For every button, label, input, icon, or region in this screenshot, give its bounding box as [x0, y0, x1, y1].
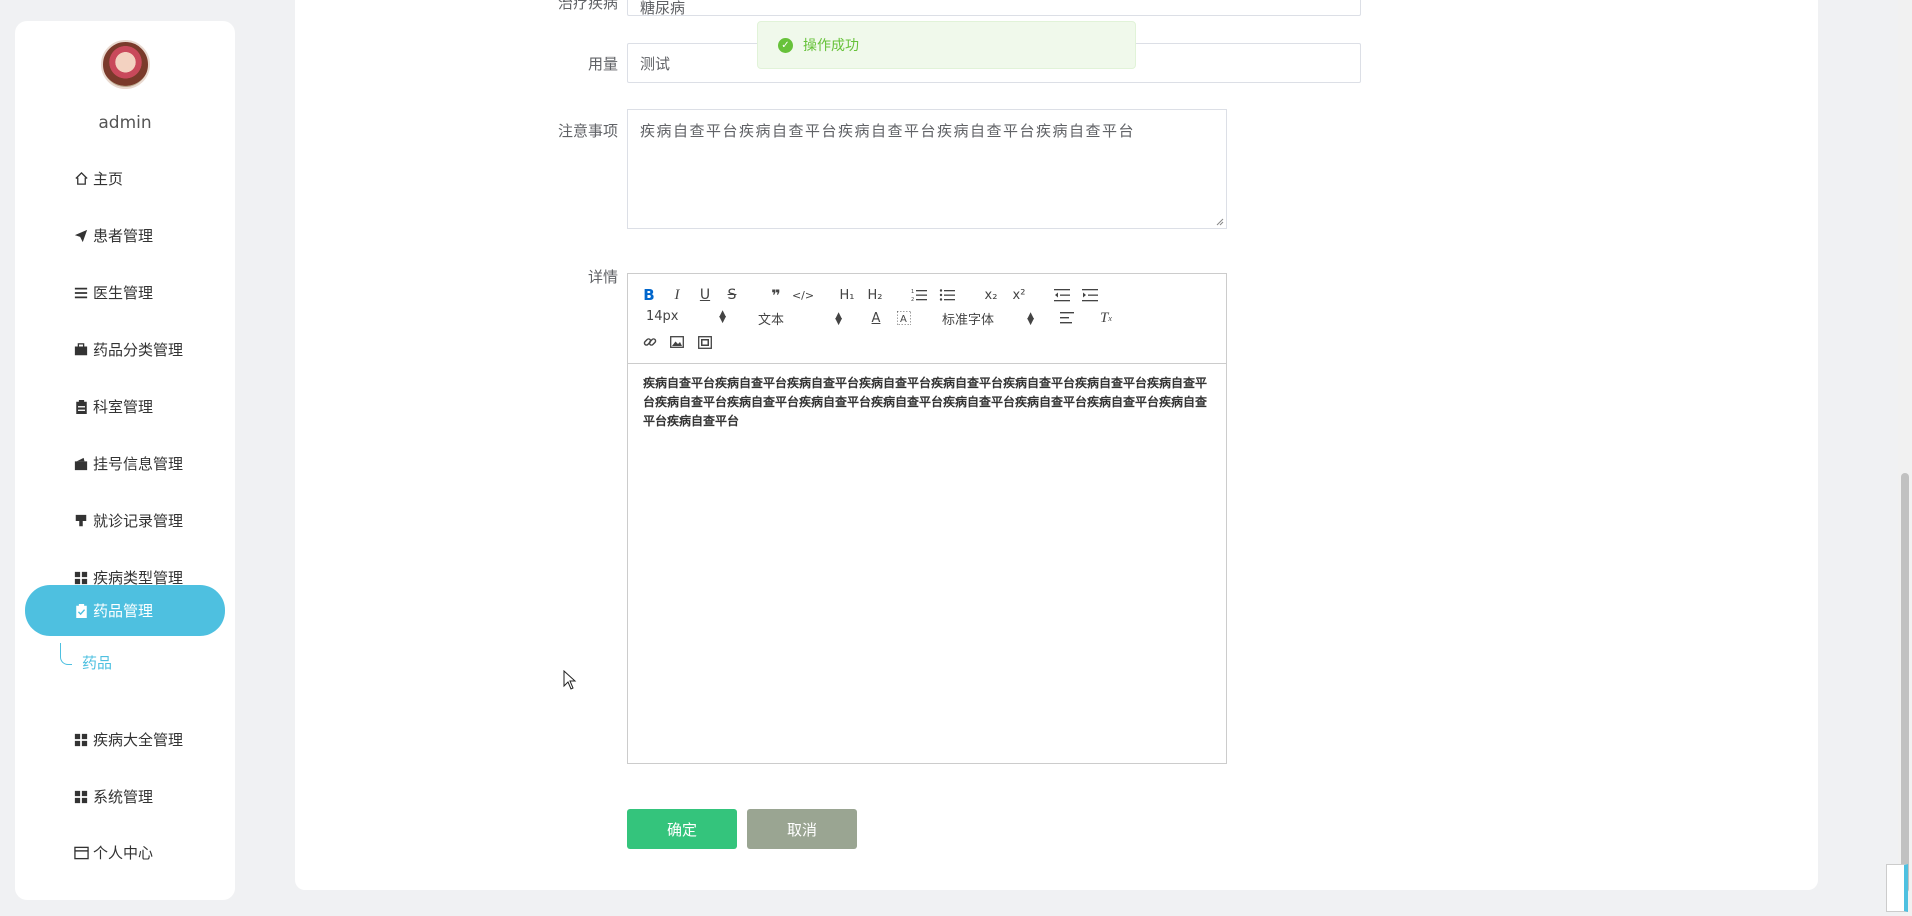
sidebar-subitem-drug[interactable]: 药品 [82, 652, 112, 673]
editor-content[interactable]: 疾病自查平台疾病自查平台疾病自查平台疾病自查平台疾病自查平台疾病自查平台疾病自查… [628, 364, 1226, 431]
sidebar: admin 主页 患者管理 医生管理 药品分类管理 科室管理 挂号信息管理 就诊… [15, 21, 235, 900]
font-size-select[interactable]: 14px ▲ ▼ [646, 309, 726, 324]
sidebar-item-patients[interactable]: 患者管理 [25, 210, 225, 261]
sidebar-item-label: 就诊记录管理 [93, 512, 184, 530]
header-1-icon[interactable]: H₁ [836, 285, 858, 305]
align-icon[interactable] [1056, 308, 1078, 328]
bold-icon[interactable]: B [638, 285, 660, 305]
grid-icon [73, 570, 89, 586]
cancel-button[interactable]: 取消 [747, 809, 857, 849]
sidebar-item-profile[interactable]: 个人中心 [25, 827, 225, 878]
svg-text:2: 2 [911, 297, 914, 302]
link-icon[interactable] [639, 332, 661, 352]
sidebar-item-label: 系统管理 [93, 788, 154, 806]
video-icon[interactable] [694, 332, 716, 352]
confirm-button[interactable]: 确定 [627, 809, 737, 849]
home-icon [73, 171, 89, 187]
svg-text:1: 1 [911, 289, 914, 295]
font-family-select[interactable]: 标准字体 ▲ ▼ [942, 309, 1034, 328]
font-color-icon[interactable]: A [865, 308, 887, 328]
mouse-cursor-icon [563, 670, 577, 690]
header-select[interactable]: 文本 ▲ ▼ [758, 309, 842, 328]
notes-label: 注意事项 [557, 122, 618, 140]
strike-icon[interactable]: S [721, 285, 743, 305]
header-2-icon[interactable]: H₂ [864, 285, 886, 305]
select-arrows-icon: ▲ ▼ [1027, 310, 1034, 327]
toast-message: 操作成功 [803, 38, 859, 54]
sidebar-item-label: 挂号信息管理 [93, 455, 184, 473]
sidebar-item-label: 药品分类管理 [93, 341, 184, 359]
svg-text:A: A [900, 314, 907, 325]
sidebar-item-label: 疾病大全管理 [93, 731, 184, 749]
grid-icon [73, 732, 89, 748]
avatar[interactable] [101, 40, 150, 89]
success-check-icon: ✓ [778, 37, 793, 53]
sidebar-item-system[interactable]: 系统管理 [25, 771, 225, 822]
sidebar-item-doctors[interactable]: 医生管理 [25, 267, 225, 318]
sidebar-item-drug-category[interactable]: 药品分类管理 [25, 324, 225, 375]
card-icon [73, 845, 89, 861]
superscript-icon[interactable]: x² [1008, 285, 1030, 305]
scrollbar-thumb[interactable] [1901, 473, 1909, 893]
list-icon [73, 285, 89, 301]
sidebar-item-label: 科室管理 [93, 398, 154, 416]
ordered-list-icon[interactable]: 12 [908, 285, 930, 305]
clipboard-check-icon [73, 603, 89, 619]
sidebar-item-label: 主页 [93, 170, 124, 188]
indent-icon[interactable] [1079, 285, 1101, 305]
briefcase-icon [73, 342, 89, 358]
select-arrows-icon: ▲ ▼ [719, 308, 726, 325]
corner-widget[interactable] [1886, 864, 1908, 912]
stamp-icon [73, 513, 89, 529]
resize-handle-icon[interactable] [1216, 218, 1224, 226]
italic-icon[interactable]: I [666, 285, 688, 305]
wallet-icon [73, 456, 89, 472]
outdent-icon[interactable] [1051, 285, 1073, 305]
sidebar-item-registration[interactable]: 挂号信息管理 [25, 438, 225, 489]
code-block-icon[interactable]: </> [792, 285, 814, 305]
clear-format-icon[interactable]: Tx [1095, 308, 1117, 328]
sidebar-item-home[interactable]: 主页 [25, 153, 225, 204]
sidebar-item-drugs[interactable]: 药品管理 [25, 585, 225, 636]
username: admin [98, 113, 152, 133]
image-icon[interactable] [666, 332, 688, 352]
sidebar-item-label: 药品管理 [93, 602, 154, 620]
blockquote-icon[interactable]: ❞ [765, 285, 787, 305]
grid-icon [73, 789, 89, 805]
sidebar-item-label: 患者管理 [93, 227, 154, 245]
sidebar-item-departments[interactable]: 科室管理 [25, 381, 225, 432]
sidebar-item-disease-encyclopedia[interactable]: 疾病大全管理 [25, 714, 225, 765]
sidebar-item-visit-records[interactable]: 就诊记录管理 [25, 495, 225, 546]
sidebar-item-label: 医生管理 [93, 284, 154, 302]
sidebar-item-label: 个人中心 [93, 844, 154, 862]
rich-text-editor: B I U S ❞ </> H₁ H₂ 12 x₂ x² 14px ▲ ▼ 文本 … [627, 273, 1227, 764]
detail-label: 详情 [587, 268, 618, 286]
success-toast: ✓ 操作成功 [757, 21, 1136, 69]
subscript-icon[interactable]: x₂ [980, 285, 1002, 305]
bullet-list-icon[interactable] [936, 285, 958, 305]
treat-disease-input[interactable]: 糖尿病 [627, 0, 1361, 17]
editor-toolbar: B I U S ❞ </> H₁ H₂ 12 x₂ x² 14px ▲ ▼ 文本 … [628, 274, 1226, 364]
treat-disease-label: 治疗疾病 [557, 0, 618, 12]
dosage-label: 用量 [587, 55, 618, 73]
clipboard-icon [73, 399, 89, 415]
select-arrows-icon: ▲ ▼ [835, 310, 842, 327]
underline-icon[interactable]: U [694, 285, 716, 305]
paper-plane-icon [73, 228, 89, 244]
page-scrollbar[interactable] [1898, 0, 1912, 916]
background-color-icon[interactable]: A [893, 308, 915, 328]
notes-textarea[interactable]: 疾病自查平台疾病自查平台疾病自查平台疾病自查平台疾病自查平台 [627, 109, 1227, 229]
submenu-connector [60, 643, 72, 665]
